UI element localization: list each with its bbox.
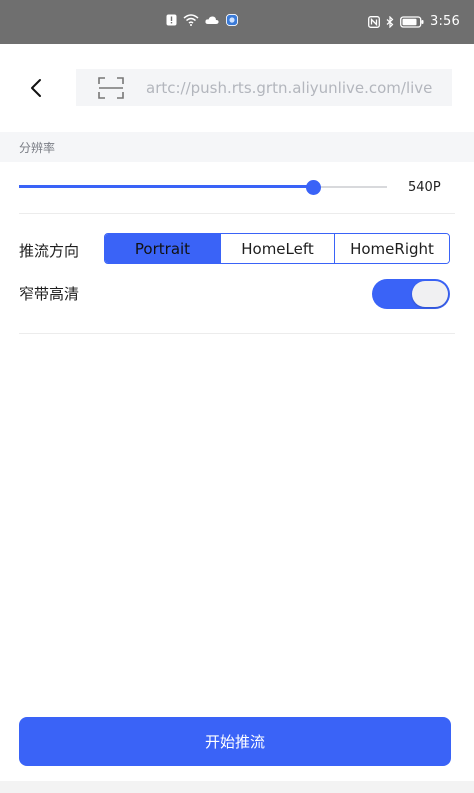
orientation-option-portrait[interactable]: Portrait	[105, 234, 221, 263]
narrowband-hd-toggle[interactable]	[372, 279, 450, 309]
nfc-icon	[368, 15, 380, 28]
back-button[interactable]	[22, 74, 50, 102]
cloud-icon	[205, 16, 219, 24]
narrowband-hd-label: 窄带高清	[19, 285, 80, 303]
url-input[interactable]	[146, 78, 452, 97]
bottom-strip	[0, 781, 474, 793]
resolution-label: 分辨率	[19, 140, 56, 155]
resolution-section-header: 分辨率	[0, 132, 474, 162]
scan-icon[interactable]	[98, 76, 124, 99]
status-bar: 3:56	[0, 0, 474, 44]
slider-fill	[19, 185, 313, 188]
slider-thumb[interactable]	[306, 180, 321, 195]
status-right-icons: 3:56	[368, 14, 460, 29]
divider	[19, 213, 455, 214]
app-icon	[226, 14, 238, 26]
battery-icon	[400, 15, 424, 28]
chevron-left-icon	[31, 79, 41, 97]
toggle-knob	[412, 281, 448, 307]
start-push-button[interactable]: 开始推流	[19, 717, 451, 766]
orientation-selector: Portrait HomeLeft HomeRight	[104, 233, 450, 264]
resolution-value: 540P	[408, 180, 441, 195]
divider	[19, 333, 455, 334]
status-time: 3:56	[430, 14, 460, 29]
bluetooth-icon	[386, 15, 394, 28]
orientation-label: 推流方向	[19, 242, 80, 260]
resolution-slider[interactable]	[19, 178, 387, 196]
orientation-option-homeleft[interactable]: HomeLeft	[221, 234, 335, 263]
url-bar	[76, 69, 452, 106]
status-left-icons	[166, 14, 239, 26]
orientation-option-homeright[interactable]: HomeRight	[335, 234, 449, 263]
notification-icon	[166, 14, 177, 26]
wifi-icon	[183, 14, 199, 26]
